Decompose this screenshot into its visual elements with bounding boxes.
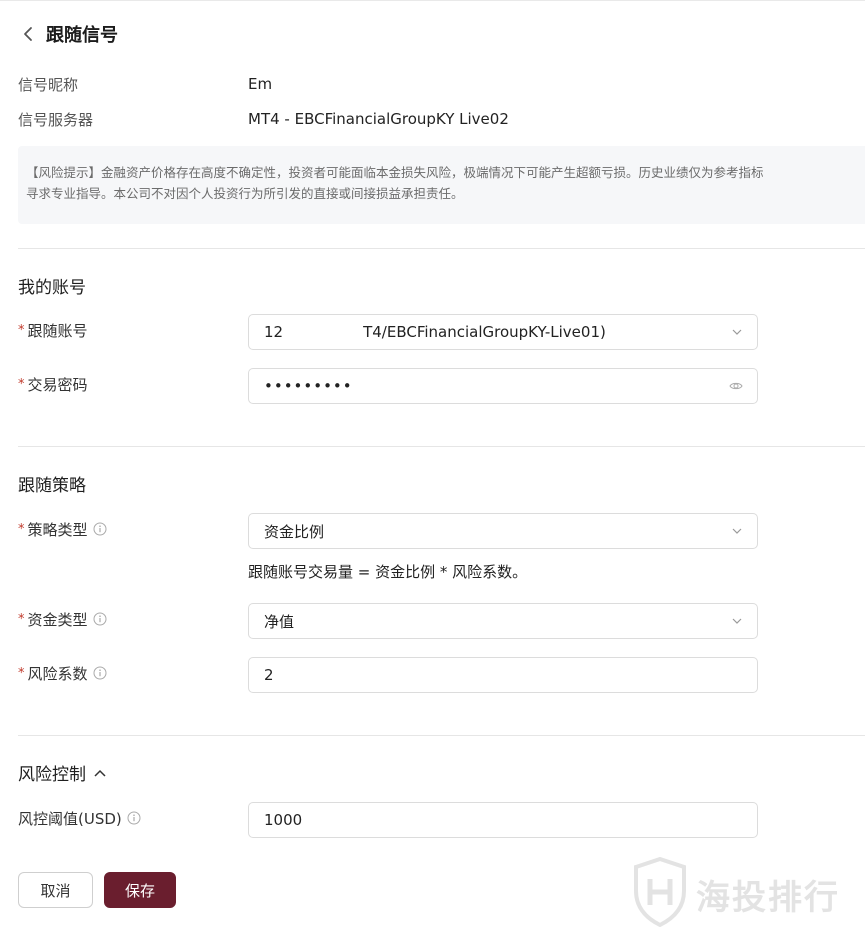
info-circle-icon[interactable] <box>93 522 107 536</box>
chevron-down-icon <box>731 615 743 627</box>
risk-notice-line-2: 寻求专业指导。本公司不对因个人投资行为所引发的直接或间接损益承担责任。 <box>26 186 464 201</box>
risk-factor-label-text: 风险系数 <box>27 664 88 683</box>
chevron-down-icon <box>731 326 743 338</box>
signal-server-value: MT4 - EBCFinancialGroupKY Live02 <box>248 110 509 128</box>
page-title: 跟随信号 <box>46 25 118 46</box>
shield-icon <box>632 856 688 931</box>
risk-threshold-label: 风控阈值(USD) <box>18 807 141 829</box>
fund-type-select[interactable]: 净值 <box>248 603 758 639</box>
cancel-button[interactable]: 取消 <box>18 872 93 908</box>
section-title-strategy: 跟随策略 <box>18 471 86 496</box>
section-title-risk-control: 风险控制 <box>18 760 108 785</box>
required-mark: * <box>18 521 25 537</box>
risk-factor-input[interactable]: 2 <box>248 657 758 693</box>
section-title-text: 风险控制 <box>18 765 86 785</box>
risk-notice-line-1: 【风险提示】金融资产价格存在高度不确定性，投资者可能面临本金损失风险，极端情况下… <box>26 165 764 180</box>
watermark: 海投排行 <box>632 856 840 931</box>
required-mark: * <box>18 611 25 627</box>
signal-nickname-label: 信号昵称 <box>18 75 79 94</box>
risk-factor-label: * 风险系数 <box>18 662 107 684</box>
section-title-text: 跟随策略 <box>18 476 86 496</box>
section-title-my-account: 我的账号 <box>18 273 86 298</box>
risk-threshold-input[interactable]: 1000 <box>248 802 758 838</box>
info-circle-icon[interactable] <box>93 666 107 680</box>
save-button[interactable]: 保存 <box>104 872 176 908</box>
info-circle-icon[interactable] <box>93 612 107 626</box>
follow-account-select[interactable]: 12 T4/EBCFinancialGroupKY-Live01) <box>248 314 758 350</box>
trade-password-label-text: 交易密码 <box>27 375 88 394</box>
strategy-type-label-text: 策略类型 <box>27 520 88 539</box>
section-title-text: 我的账号 <box>18 278 86 298</box>
strategy-hint: 跟随账号交易量 = 资金比例 * 风险系数。 <box>248 563 528 581</box>
follow-account-label: * 跟随账号 <box>18 319 88 341</box>
follow-account-label-text: 跟随账号 <box>27 321 88 340</box>
required-mark: * <box>18 665 25 681</box>
risk-threshold-value: 1000 <box>264 811 303 829</box>
watermark-text: 海投排行 <box>696 877 840 918</box>
fund-type-label-text: 资金类型 <box>27 610 88 629</box>
signal-server-label: 信号服务器 <box>18 110 94 129</box>
required-mark: * <box>18 322 25 338</box>
trade-password-value: ••••••••• <box>264 377 353 395</box>
strategy-type-select[interactable]: 资金比例 <box>248 513 758 549</box>
required-mark: * <box>18 376 25 392</box>
trade-password-input[interactable]: ••••••••• <box>248 368 758 404</box>
page-header: 跟随信号 <box>18 20 118 48</box>
strategy-type-label: * 策略类型 <box>18 518 107 540</box>
signal-nickname-value: Em <box>248 75 273 93</box>
follow-signal-page: 跟随信号 信号昵称 Em 信号服务器 MT4 - EBCFinancialGro… <box>0 0 865 940</box>
divider <box>18 248 865 249</box>
fund-type-label: * 资金类型 <box>18 608 107 630</box>
signal-nickname-row: 信号昵称 Em <box>18 73 272 95</box>
follow-account-value-prefix: 12 <box>264 323 284 341</box>
fund-type-value: 净值 <box>264 612 295 631</box>
divider <box>18 735 865 736</box>
follow-account-value: 12 T4/EBCFinancialGroupKY-Live01) <box>264 323 731 341</box>
chevron-left-icon[interactable] <box>18 24 38 44</box>
risk-notice: 【风险提示】金融资产价格存在高度不确定性，投资者可能面临本金损失风险，极端情况下… <box>18 146 865 224</box>
trade-password-label: * 交易密码 <box>18 373 88 395</box>
info-circle-icon[interactable] <box>127 811 141 825</box>
chevron-down-icon <box>731 525 743 537</box>
top-border <box>0 0 865 1</box>
eye-icon[interactable] <box>729 379 743 393</box>
divider <box>18 446 865 447</box>
risk-factor-value: 2 <box>264 666 274 684</box>
signal-server-row: 信号服务器 MT4 - EBCFinancialGroupKY Live02 <box>18 108 509 130</box>
strategy-type-value: 资金比例 <box>264 522 325 541</box>
risk-threshold-label-text: 风控阈值(USD) <box>18 809 122 828</box>
follow-account-value-suffix: T4/EBCFinancialGroupKY-Live01) <box>363 323 606 341</box>
chevron-up-icon[interactable] <box>92 765 108 781</box>
